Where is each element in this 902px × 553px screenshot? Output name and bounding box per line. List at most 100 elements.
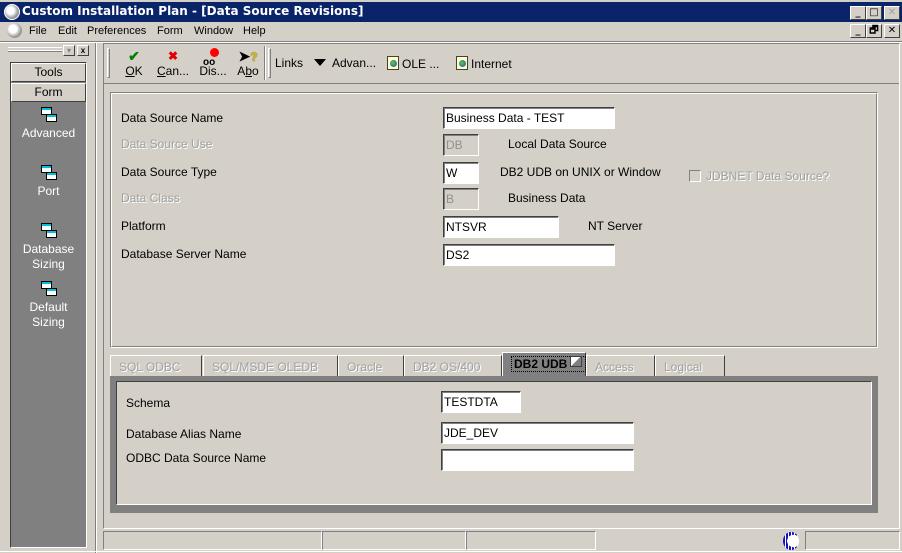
- status-cell: [466, 531, 596, 550]
- glasses-icon: oo: [197, 48, 229, 68]
- close-button[interactable]: ✕: [884, 6, 900, 20]
- sidebar-grip[interactable]: [8, 50, 62, 52]
- tab-oracle[interactable]: Oracle: [338, 355, 404, 376]
- main-form: ✔ OK ✖ Can... oo Dis... ➤? Abo Links Adv…: [103, 43, 900, 529]
- document-globe-icon: [456, 56, 468, 70]
- sidebar-item-default-sizing[interactable]: Default Sizing: [11, 281, 86, 330]
- toolbar-separator: [264, 46, 266, 80]
- sidebar: ▾ x Tools Form Advanced Port Database Si…: [0, 43, 96, 553]
- tab-db2-udb[interactable]: DB2 UDB: [502, 352, 587, 376]
- minimize-button[interactable]: _: [850, 6, 866, 20]
- display-button[interactable]: oo Dis...: [197, 48, 229, 78]
- maximize-button[interactable]: □: [866, 6, 882, 20]
- data-source-use-description: Local Data Source: [508, 137, 607, 151]
- sidebar-item-label: Advanced: [21, 126, 76, 140]
- status-cell: [103, 531, 322, 550]
- sidebar-item-label: Port: [37, 184, 60, 198]
- dropdown-arrow-icon: [314, 59, 326, 66]
- cancel-label: Can...: [156, 64, 190, 78]
- help-cursor-icon: ➤?: [238, 48, 258, 64]
- sidebar-item-label: Default: [29, 300, 68, 314]
- sidebar-tab-form[interactable]: Form: [11, 83, 86, 102]
- about-button[interactable]: ➤? Abo: [235, 48, 261, 78]
- odbc-data-source-name-field[interactable]: [441, 449, 634, 471]
- ok-button[interactable]: ✔ OK: [122, 48, 146, 78]
- doc-minimize-button[interactable]: _: [850, 24, 866, 38]
- platform-label: Platform: [121, 219, 166, 233]
- title-bar: Custom Installation Plan - [Data Source …: [0, 0, 902, 22]
- tab-logical[interactable]: Logical: [655, 355, 725, 376]
- db2-udb-tab-panel: Schema TESTDTA Database Alias Name JDE_D…: [110, 376, 878, 513]
- form-exit-icon: [40, 281, 57, 297]
- checkmark-icon: ✔: [128, 48, 140, 64]
- toolbar-grip[interactable]: [268, 48, 271, 78]
- database-server-name-label: Database Server Name: [121, 247, 247, 261]
- form-exit-icon: [40, 223, 57, 239]
- database-server-name-field[interactable]: DS2: [443, 244, 615, 266]
- about-label: Abo: [237, 64, 259, 78]
- form-exit-icon: [40, 165, 57, 181]
- document-globe-icon: [387, 56, 399, 70]
- sidebar-splitter[interactable]: [96, 43, 103, 553]
- status-bar: [103, 529, 900, 551]
- sidebar-item-port[interactable]: Port: [11, 165, 86, 199]
- database-alias-name-field[interactable]: JDE_DEV: [441, 422, 634, 444]
- data-source-type-field[interactable]: W: [443, 162, 479, 184]
- odbc-data-source-name-label: ODBC Data Source Name: [126, 451, 267, 465]
- menu-help[interactable]: Help: [243, 25, 266, 37]
- form-exit-icon: [40, 107, 57, 123]
- menu-form[interactable]: Form: [157, 25, 183, 37]
- tab-access[interactable]: Access: [586, 355, 655, 376]
- window-title: Custom Installation Plan - [Data Source …: [22, 4, 364, 18]
- header-group: Data Source Name Business Data - TEST Da…: [110, 92, 878, 348]
- toolbar-grip[interactable]: [107, 48, 110, 78]
- sidebar-panel: Tools Form Advanced Port Database Sizing…: [10, 62, 87, 548]
- internet-link[interactable]: Internet: [456, 56, 512, 71]
- doc-restore-button[interactable]: 🗗: [866, 24, 882, 38]
- data-class-label: Data Class: [121, 191, 180, 205]
- database-alias-name-label: Database Alias Name: [126, 427, 242, 441]
- menu-file[interactable]: File: [29, 25, 47, 37]
- sidebar-tab-tools[interactable]: Tools: [11, 63, 86, 82]
- sidebar-dropdown-icon[interactable]: ▾: [63, 45, 75, 56]
- sidebar-item-label: Sizing: [32, 257, 65, 271]
- links-label: Links: [275, 56, 304, 70]
- sidebar-item-label: Database: [22, 242, 75, 256]
- jdbnet-checkbox-label: JDBNET Data Source?: [706, 169, 830, 183]
- menu-bar: File Edit Preferences Form Window Help _…: [0, 22, 902, 41]
- data-source-name-field[interactable]: Business Data - TEST: [443, 107, 615, 129]
- ole-link[interactable]: OLE ...: [387, 56, 439, 71]
- globe-icon: [783, 532, 799, 550]
- data-source-name-label: Data Source Name: [121, 111, 224, 125]
- sidebar-close-icon[interactable]: x: [77, 45, 89, 56]
- ok-label: OK: [125, 64, 143, 78]
- sidebar-item-label: Sizing: [32, 315, 65, 329]
- tab-sql-odbc[interactable]: SQL ODBC: [110, 355, 202, 376]
- menu-edit[interactable]: Edit: [58, 25, 77, 37]
- data-source-use-label: Data Source Use: [121, 137, 213, 151]
- data-class-field: B: [443, 188, 479, 210]
- toolbar: ✔ OK ✖ Can... oo Dis... ➤? Abo Links Adv…: [104, 44, 899, 84]
- jdbnet-checkbox: [689, 170, 701, 182]
- tab-corner-icon: [570, 356, 582, 367]
- menu-preferences[interactable]: Preferences: [87, 25, 146, 37]
- tab-sql-msde-oledb[interactable]: SQL/MSDE OLEDB: [203, 355, 338, 376]
- advanced-link[interactable]: Advan...: [314, 56, 376, 70]
- data-class-description: Business Data: [508, 191, 586, 205]
- sidebar-item-database-sizing[interactable]: Database Sizing: [11, 223, 86, 272]
- tab-db2-os400[interactable]: DB2 OS/400: [404, 355, 502, 376]
- x-icon: ✖: [167, 49, 179, 63]
- data-source-type-description: DB2 UDB on UNIX or Window: [500, 165, 661, 179]
- sidebar-item-advanced[interactable]: Advanced: [11, 107, 86, 141]
- status-cell: [322, 531, 466, 550]
- doc-close-button[interactable]: ✕: [884, 24, 900, 38]
- document-icon[interactable]: [7, 23, 22, 38]
- schema-field[interactable]: TESTDTA: [441, 391, 521, 413]
- data-source-use-field: DB: [443, 134, 479, 156]
- data-source-type-label: Data Source Type: [121, 165, 217, 179]
- platform-field[interactable]: NTSVR: [443, 216, 559, 238]
- status-cell: [805, 531, 900, 550]
- menu-window[interactable]: Window: [194, 25, 233, 37]
- cancel-button[interactable]: ✖ Can...: [156, 48, 190, 78]
- app-icon[interactable]: [4, 4, 20, 20]
